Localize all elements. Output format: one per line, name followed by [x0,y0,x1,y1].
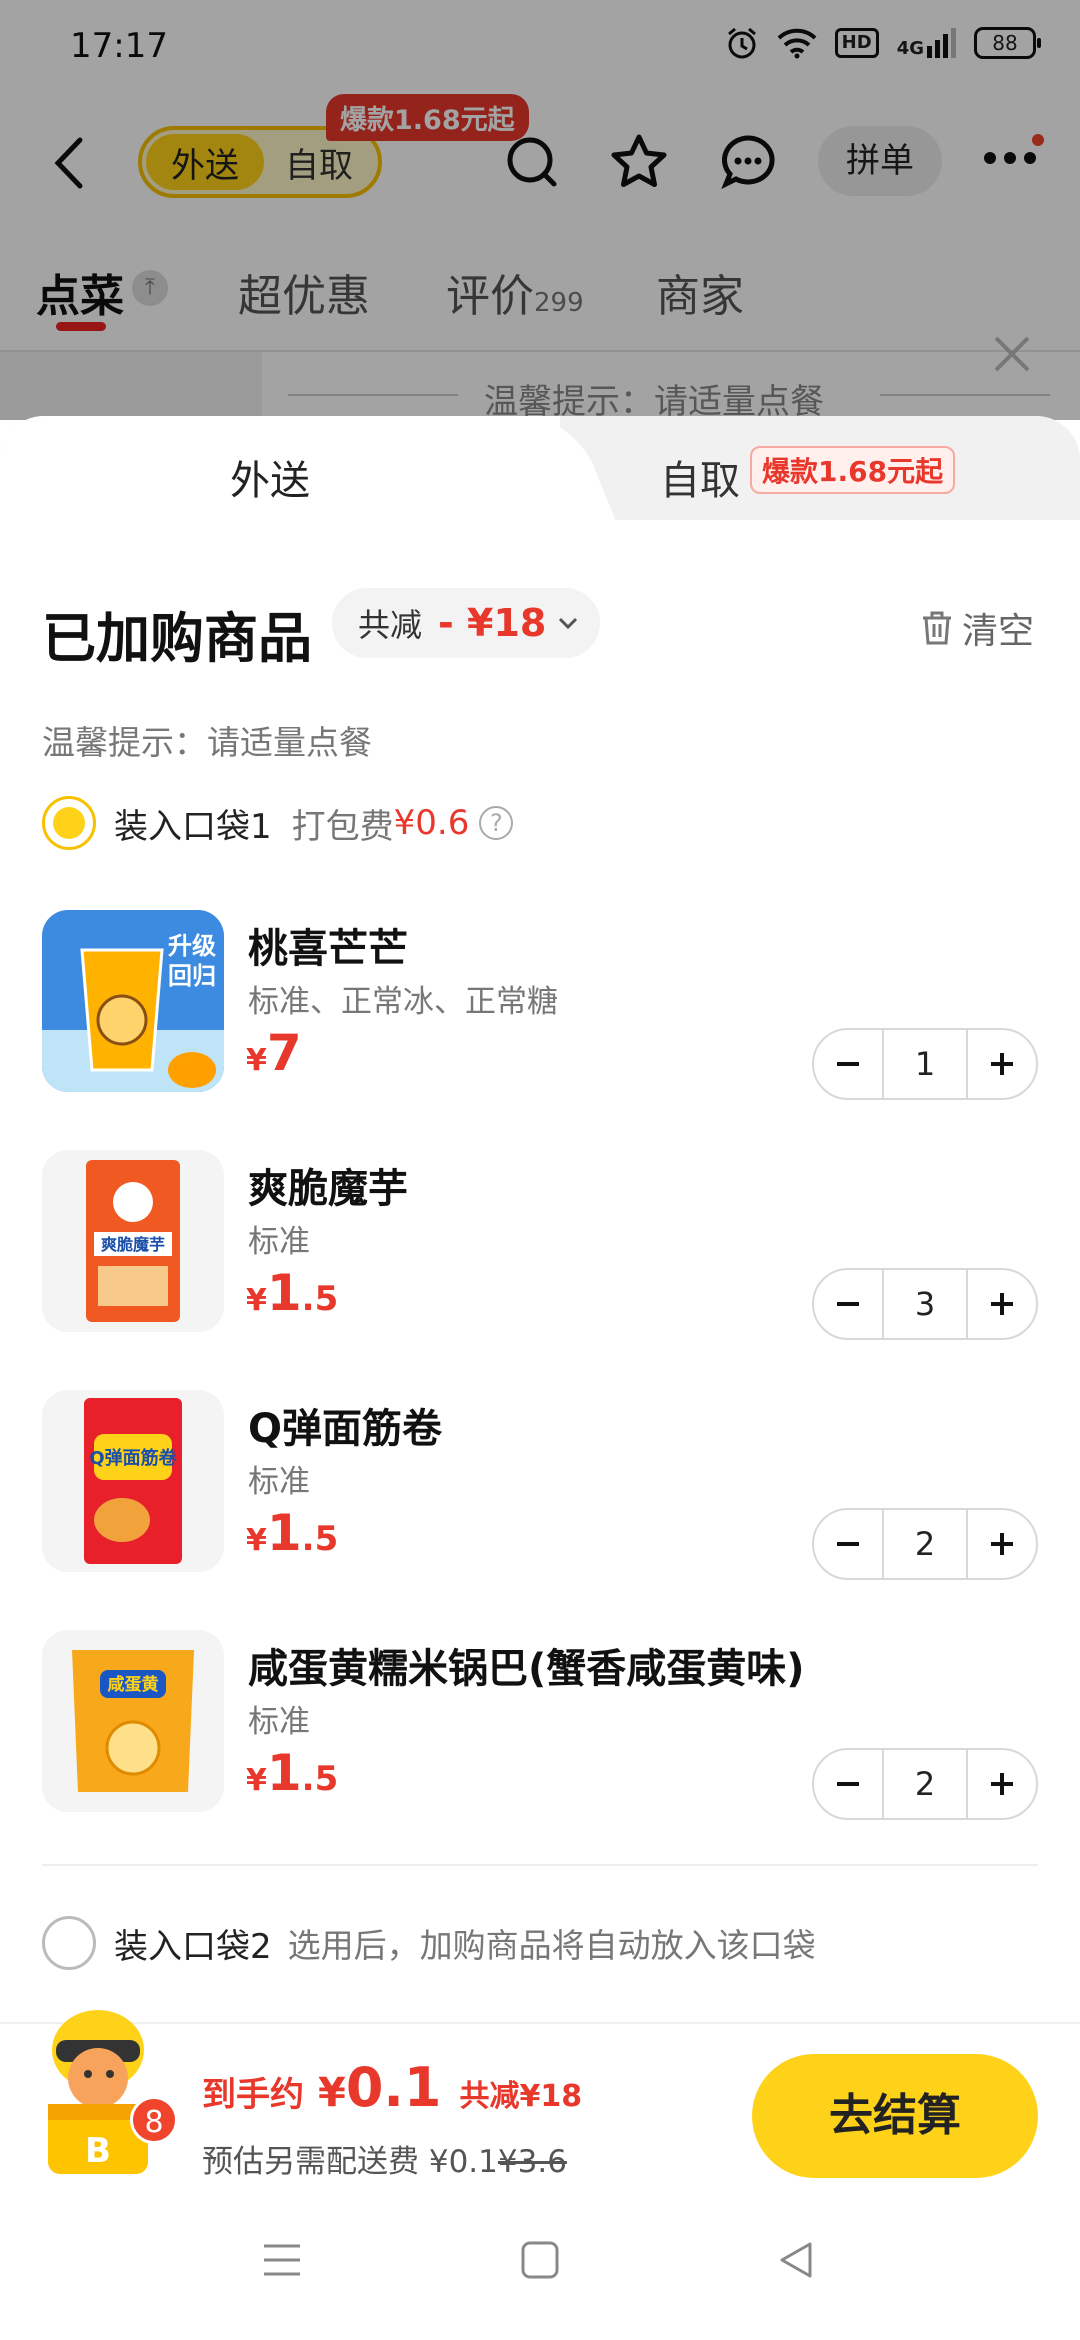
minus-icon [837,1782,859,1786]
product-image-mango-drink[interactable]: 升级 回归 [42,910,224,1092]
increase-button[interactable] [968,1510,1036,1578]
pickup-promo-tag: 爆款1.68元起 [750,446,956,494]
total-price: 到手约 ¥ 0.1 共减¥18 [202,2056,582,2119]
saving-value: - ¥18 [438,601,547,645]
decrease-button[interactable] [814,1750,882,1818]
minus-icon [837,1542,859,1546]
trash-icon [923,611,951,645]
bag2-row[interactable]: 装入口袋2 选用后，加购商品将自动放入该口袋 [42,1916,816,1970]
quantity-value[interactable]: 3 [882,1269,968,1339]
saving-label: 共减 [358,606,423,644]
svg-text:咸蛋黄: 咸蛋黄 [108,1674,159,1695]
increase-button[interactable] [968,1750,1036,1818]
svg-text:B: B [85,2131,111,2171]
bag1-name: 装入口袋1 [114,806,272,847]
plus-icon [991,1773,1013,1795]
sheet-tab-pickup[interactable]: 自取 [660,448,740,506]
cart-item: 爽脆魔芋 爽脆魔芋 标准 ¥1.5 3 [42,1150,1042,1340]
total-saving: 共减¥18 [459,2079,583,2114]
item-price: ¥1.5 [246,1504,339,1562]
plus-icon [991,1053,1013,1075]
cart-item: 升级 回归 桃喜芒芒 标准、正常冰、正常糖 ¥7 1 [42,910,1042,1100]
svg-text:Q弹面筋卷: Q弹面筋卷 [89,1447,177,1469]
cart-item: 咸蛋黄 咸蛋黄糯米锅巴(蟹香咸蛋黄味) 标准 ¥1.5 2 [42,1630,1042,1820]
tip-text: 温馨提示：请适量点餐 [42,723,372,762]
item-spec: 标准、正常冰、正常糖 [248,984,558,1020]
plus-icon [991,1533,1013,1555]
item-price: ¥1.5 [246,1264,339,1322]
menu-icon[interactable] [262,2240,302,2280]
increase-button[interactable] [968,1030,1036,1098]
item-price: ¥1.5 [246,1744,339,1802]
checkout-bar: B 8 到手约 ¥ 0.1 共减¥18 预估另需配送费 ¥0.1¥3.6 去结算 [0,2010,1080,2198]
delivery-fee-new: ¥0.1 [428,2144,498,2180]
bag1-row[interactable]: 装入口袋1 打包费 ¥0.6 ? [42,796,514,850]
clear-label: 清空 [962,611,1035,652]
cart-title: 已加购商品 [42,607,312,670]
increase-button[interactable] [968,1270,1036,1338]
delivery-fee-old: ¥3.6 [497,2144,567,2180]
item-spec: 标准 [248,1704,310,1740]
decrease-button[interactable] [814,1030,882,1098]
item-price: ¥7 [246,1024,302,1082]
product-image-gluten-roll-snack[interactable]: Q弹面筋卷 [42,1390,224,1572]
item-spec: 标准 [248,1224,310,1260]
decrease-button[interactable] [814,1510,882,1578]
total-label: 到手约 [202,2075,304,2115]
packing-fee-label: 打包费 [291,806,394,847]
cart-count-badge: 8 [130,2096,178,2144]
item-name: 咸蛋黄糯米锅巴(蟹香咸蛋黄味) [248,1646,805,1692]
cart-item: Q弹面筋卷 Q弹面筋卷 标准 ¥1.5 2 [42,1390,1042,1580]
system-nav-bar [0,2218,1080,2340]
bag1-radio[interactable] [42,796,96,850]
back-icon[interactable] [776,2240,816,2280]
sheet-tab-delivery[interactable]: 外送 [230,448,310,506]
decrease-button[interactable] [814,1270,882,1338]
minus-icon [837,1302,859,1306]
cart-mascot-icon[interactable]: B [28,2000,178,2178]
chevron-down-icon [559,617,578,630]
home-icon[interactable] [520,2240,560,2280]
minus-icon [837,1062,859,1066]
quantity-stepper: 2 [812,1508,1038,1580]
product-image-rice-crust-snack[interactable]: 咸蛋黄 [42,1630,224,1812]
item-spec: 标准 [248,1464,310,1500]
svg-text:升级: 升级 [168,932,216,960]
total-value: 0.1 [345,2056,442,2119]
svg-text:回归: 回归 [168,962,216,990]
checkout-button[interactable]: 去结算 [752,2054,1038,2178]
total-currency: ¥ [318,2070,346,2116]
quantity-value[interactable]: 2 [882,1749,968,1819]
bag2-note: 选用后，加购商品将自动放入该口袋 [287,1926,816,1965]
delivery-fee-label: 预估另需配送费 [202,2144,419,2180]
svg-text:爽脆魔芋: 爽脆魔芋 [101,1235,165,1254]
saving-pill[interactable]: 共减 - ¥18 [332,588,600,658]
help-icon[interactable]: ? [479,806,514,840]
bag2-radio[interactable] [42,1916,96,1970]
bag2-name: 装入口袋2 [114,1926,272,1967]
quantity-value[interactable]: 1 [882,1029,968,1099]
divider [42,1864,1038,1866]
quantity-stepper: 2 [812,1748,1038,1820]
quantity-stepper: 1 [812,1028,1038,1100]
background-page: 17:17 HD 4G 88 外送 自取 爆款1.68元起 拼单 点菜 ⤒ 超优… [0,0,1080,420]
item-name: 爽脆魔芋 [248,1166,408,1212]
quantity-value[interactable]: 2 [882,1509,968,1579]
item-name: 桃喜芒芒 [248,926,408,972]
product-image-konjac-snack[interactable]: 爽脆魔芋 [42,1150,224,1332]
packing-fee-value: ¥0.6 [393,803,470,843]
plus-icon [991,1293,1013,1315]
clear-button[interactable]: 清空 [920,602,1034,654]
quantity-stepper: 3 [812,1268,1038,1340]
delivery-fee: 预估另需配送费 ¥0.1¥3.6 [202,2136,567,2181]
item-name: Q弹面筋卷 [248,1406,443,1452]
overlay-dim[interactable] [0,0,1080,420]
